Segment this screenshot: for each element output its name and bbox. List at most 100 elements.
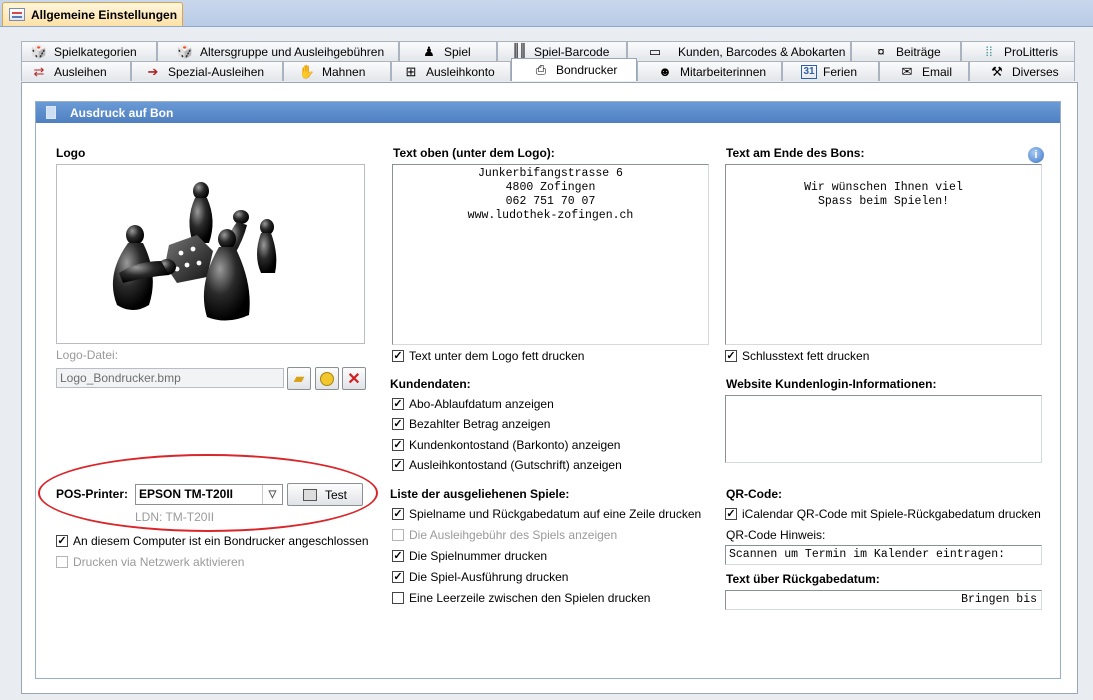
ausleihgebuehr-label: Die Ausleihgebühr des Spiels anzeigen (409, 528, 618, 542)
tab-email[interactable]: ✉ Email (879, 61, 969, 81)
tab-mahnen[interactable]: ✋ Mahnen (283, 61, 391, 81)
document-tab[interactable]: Allgemeine Einstellungen (2, 2, 183, 26)
envelope-icon: ✉ (901, 63, 913, 79)
tab-altersgruppe[interactable]: 🎲 Altersgruppe und Ausleihgebühren (157, 41, 399, 61)
website-heading: Website Kundenlogin-Informationen: (726, 377, 937, 391)
text-top-heading: Text oben (unter dem Logo): (393, 146, 555, 160)
logo-file-field[interactable]: Logo_Bondrucker.bmp (56, 368, 284, 388)
dice-icon: 🎲 (176, 43, 194, 59)
text-end-bold-checkbox[interactable]: ✓ (725, 350, 737, 362)
leerzeile-checkbox[interactable] (392, 592, 404, 604)
icalendar-qr-checkbox[interactable]: ✓ (725, 508, 737, 520)
bezahlter-betrag-checkbox[interactable]: ✓ (392, 418, 404, 430)
text-top-bold-checkbox[interactable]: ✓ (392, 350, 404, 362)
printer-connected-label: An diesem Computer ist ein Bondrucker an… (73, 534, 369, 548)
calendar-icon: 31 (801, 64, 817, 79)
browse-logo-button[interactable]: ▰ (287, 367, 311, 390)
tab-label: Mitarbeiterinnen (680, 64, 767, 79)
spielname-zeile-checkbox[interactable]: ✓ (392, 508, 404, 520)
network-print-label: Drucken via Netzwerk aktivieren (73, 555, 245, 569)
tab-label: Email (922, 64, 953, 79)
tab-prolitteris[interactable]: ⁞⁞ ProLitteris (961, 41, 1075, 61)
spielnummer-label: Die Spielnummer drucken (409, 549, 548, 563)
tab-diverses[interactable]: ⚒ Diverses (969, 61, 1075, 81)
emoji-logo-button[interactable] (315, 367, 339, 390)
form-icon (9, 8, 25, 21)
delete-x-icon: ✕ (347, 370, 361, 388)
website-textarea[interactable] (725, 395, 1042, 463)
game-pieces-icon: ♟ (423, 43, 435, 59)
tab-label: Kunden, Barcodes & Abokarten (678, 44, 846, 59)
tab-label: ProLitteris (1004, 44, 1059, 59)
tab-ausleihen[interactable]: ⇄ Ausleihen (21, 61, 131, 81)
tab-bondrucker[interactable]: ⎙ Bondrucker (511, 58, 637, 81)
qr-hint-field[interactable]: Scannen um Termin im Kalender eintragen: (725, 545, 1042, 565)
tab-label: Spezial-Ausleihen (168, 64, 265, 79)
tab-label: Ausleihen (54, 64, 107, 79)
kundenkontostand-checkbox[interactable]: ✓ (392, 439, 404, 451)
arrow-right-icon: ➔ (147, 63, 159, 79)
arrows-icon: ⇄ (33, 63, 45, 79)
ausleihkontostand-checkbox[interactable]: ✓ (392, 459, 404, 471)
tab-label: Bondrucker (556, 63, 618, 77)
highlight-ellipse (38, 454, 378, 532)
tab-label: Ausleihkonto (426, 64, 495, 79)
text-top-textarea[interactable]: Junkerbifangstrasse 6 4800 Zofingen 062 … (392, 164, 709, 345)
info-icon[interactable]: i (1028, 147, 1044, 163)
tab-label: Beiträge (896, 44, 941, 59)
text-end-heading: Text am Ende des Bons: (726, 146, 865, 160)
network-print-checkbox[interactable] (56, 556, 68, 568)
document-tab-title: Allgemeine Einstellungen (31, 7, 178, 22)
section-title: Ausdruck auf Bon (70, 105, 174, 120)
kundenkontostand-label: Kundenkontostand (Barkonto) anzeigen (409, 438, 621, 452)
icalendar-qr-label: iCalendar QR-Code mit Spiele-Rückgabedat… (742, 507, 1041, 521)
tab-kunden-barcodes[interactable]: ▭ Kunden, Barcodes & Abokarten (627, 41, 851, 61)
tab-label: Mahnen (322, 64, 366, 79)
bowling-dice-logo-icon (112, 182, 277, 321)
return-date-heading: Text über Rückgabedatum: (726, 572, 880, 586)
spiel-ausfuehrung-label: Die Spiel-Ausführung drucken (409, 570, 569, 584)
section-header: Ausdruck auf Bon (36, 102, 1060, 123)
dots-icon: ⁞⁞ (985, 44, 993, 59)
account-add-icon: ⊞ (405, 63, 417, 79)
qr-heading: QR-Code: (726, 487, 782, 501)
tab-label: Spielkategorien (54, 44, 137, 59)
user-icon: ☻ (658, 64, 672, 79)
logo-image (56, 164, 365, 344)
kundendaten-heading: Kundendaten: (390, 377, 471, 391)
dice-icon: 🎲 (30, 43, 48, 59)
ausleihkontostand-label: Ausleihkontostand (Gutschrift) anzeigen (409, 458, 622, 472)
abo-ablauf-label: Abo-Ablaufdatum anzeigen (409, 397, 554, 411)
tab-label: Altersgruppe und Ausleihgebühren (200, 44, 385, 59)
smiley-icon (320, 371, 334, 386)
printer-connected-checkbox[interactable]: ✓ (56, 535, 68, 547)
tools-icon: ⚒ (991, 63, 1003, 79)
money-icon: ¤ (877, 44, 885, 59)
delete-logo-button[interactable]: ✕ (342, 367, 366, 390)
tab-spiel[interactable]: ♟ Spiel (399, 41, 497, 61)
tab-ausleihkonto[interactable]: ⊞ Ausleihkonto (391, 61, 511, 81)
spielname-zeile-label: Spielname und Rückgabedatum auf eine Zei… (409, 507, 702, 521)
tab-spezial-ausleihen[interactable]: ➔ Spezial-Ausleihen (131, 61, 283, 81)
tab-label: Diverses (1012, 64, 1059, 79)
tab-spielkategorien[interactable]: 🎲 Spielkategorien (21, 41, 157, 61)
bezahlter-betrag-label: Bezahlter Betrag anzeigen (409, 417, 551, 431)
qr-hint-label: QR-Code Hinweis: (726, 528, 826, 542)
ausleihgebuehr-checkbox[interactable] (392, 529, 404, 541)
spiele-heading: Liste der ausgeliehenen Spiele: (390, 487, 570, 501)
spielnummer-checkbox[interactable]: ✓ (392, 550, 404, 562)
logo-heading: Logo (56, 146, 86, 160)
abo-ablauf-checkbox[interactable]: ✓ (392, 398, 404, 410)
tab-beitraege[interactable]: ¤ Beiträge (851, 41, 961, 61)
leerzeile-label: Eine Leerzeile zwischen den Spielen druc… (409, 591, 651, 605)
tab-label: Spiel (444, 44, 471, 59)
id-card-icon: ▭ (648, 43, 662, 59)
text-end-textarea[interactable]: Wir wünschen Ihnen viel Spass beim Spiel… (725, 164, 1042, 345)
spiel-ausfuehrung-checkbox[interactable]: ✓ (392, 571, 404, 583)
receipt-icon (46, 106, 56, 119)
tab-label: Ferien (823, 64, 858, 79)
tab-mitarbeiterinnen[interactable]: ☻ Mitarbeiterinnen (637, 61, 782, 81)
tab-ferien[interactable]: 31 Ferien (782, 61, 879, 81)
return-date-field[interactable]: Bringen bis (725, 590, 1042, 610)
reminder-icon: ✋ (298, 63, 316, 79)
